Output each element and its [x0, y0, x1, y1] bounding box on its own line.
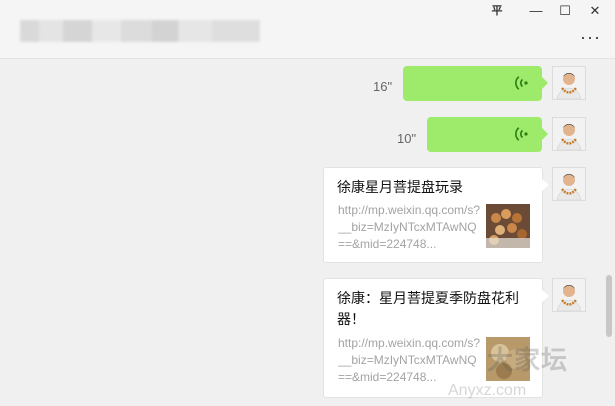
avatar[interactable] — [552, 66, 586, 100]
blurred-contact-name — [20, 20, 260, 42]
pin-button[interactable]: 平 — [484, 2, 510, 20]
link-card[interactable]: 徐康星月菩提盘玩录 http://mp.weixin.qq.com/s?__bi… — [323, 167, 549, 263]
scrollbar-thumb[interactable] — [606, 275, 612, 337]
voice-wave-icon — [515, 76, 528, 90]
maximize-button[interactable]: ☐ — [552, 2, 578, 20]
voice-message-bubble[interactable] — [403, 66, 548, 101]
voice-duration: 16" — [373, 79, 393, 94]
voice-wave-icon — [515, 127, 528, 141]
avatar[interactable] — [552, 278, 586, 312]
close-button[interactable]: ✕ — [582, 2, 608, 20]
link-card[interactable]: 徐康：星月菩提夏季防盘花利器！ http://mp.weixin.qq.com/… — [323, 278, 549, 398]
more-options-button[interactable]: ··· — [580, 28, 601, 46]
link-card-title: 徐康星月菩提盘玩录 — [337, 179, 463, 195]
link-card-url: http://mp.weixin.qq.com/s?__biz=MzIyNTcx… — [338, 336, 481, 384]
watermark-subtext: Anyxz.com — [448, 382, 527, 399]
link-card-title: 徐康：星月菩提夏季防盘花利器！ — [337, 290, 519, 327]
avatar[interactable] — [552, 117, 586, 151]
link-card-url: http://mp.weixin.qq.com/s?__biz=MzIyNTcx… — [338, 203, 481, 251]
avatar[interactable] — [552, 167, 586, 201]
voice-message-bubble[interactable] — [427, 117, 548, 152]
link-card-thumbnail — [486, 204, 530, 248]
minimize-button[interactable]: — — [523, 2, 549, 20]
voice-duration: 10" — [397, 131, 417, 146]
title-bar: 平 — ☐ ✕ ··· — [0, 0, 615, 59]
watermark-text: 大家坛 — [487, 345, 569, 375]
